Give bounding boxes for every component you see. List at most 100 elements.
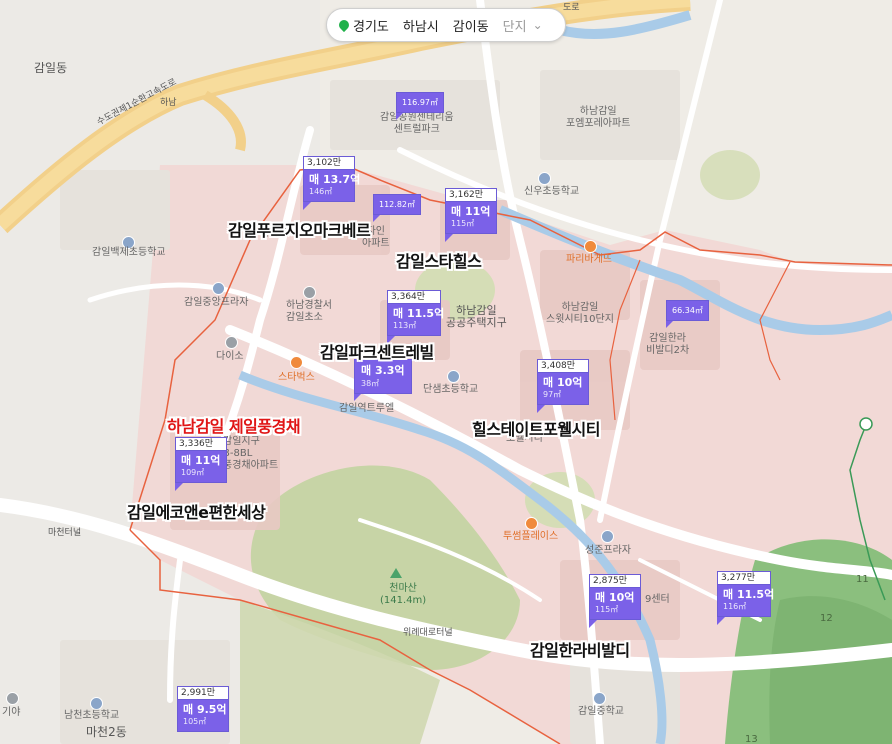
label-tousplace: 투썸플레이스 — [503, 531, 559, 542]
label-seongjun-plaza: 성준프라자 — [585, 545, 631, 556]
area-marker[interactable]: 66.34㎡ — [666, 300, 709, 328]
label-starbucks: 스타벅스 — [278, 372, 315, 383]
label-gamil-gongwon-central: 감일공원센테리움 센트럴파크 — [380, 112, 454, 135]
label-macheon2: 마천2동 — [86, 725, 127, 739]
deal-price: 매 11.5억 — [393, 307, 445, 320]
shop-icon — [212, 282, 225, 295]
unit-area: 97㎡ — [543, 390, 562, 399]
police-icon — [303, 286, 316, 299]
marker-tail — [303, 202, 311, 210]
deal-price: 매 11억 — [181, 454, 221, 467]
unit-area: 115㎡ — [595, 605, 619, 614]
label-dong-gamil: 감일동 — [34, 61, 68, 75]
label-hanam-ic: 하남 — [160, 98, 177, 108]
label-gamil-yeoktoreul: 감일역트루엘 — [339, 403, 395, 414]
unit-area: 105㎡ — [183, 717, 207, 726]
area-marker[interactable]: 112.82㎡ — [373, 194, 421, 222]
price-marker-east[interactable]: 3,277만 매 11.5억 116㎡ — [717, 571, 775, 625]
deal-price: 매 11.5억 — [723, 588, 775, 601]
breadcrumb-city[interactable]: 하남시 — [403, 16, 439, 35]
school-icon — [90, 697, 103, 710]
cafe-icon — [525, 517, 538, 530]
school-icon — [593, 692, 606, 705]
label-wirye-tunnel: 위례대로터널 — [403, 628, 453, 638]
label-num-12: 12 — [820, 613, 833, 624]
price-per-pyeong: 3,102만 — [303, 156, 355, 169]
price-marker-powellcity[interactable]: 3,408만 매 10억 97㎡ — [537, 359, 589, 413]
deal-price: 매 3.3억 — [361, 364, 405, 377]
marker-body: 매 11억 109㎡ — [175, 450, 227, 483]
deal-price: 매 10억 — [543, 376, 583, 389]
location-breadcrumb: 경기도 하남시 감이동 단지 ⌄ — [326, 8, 566, 42]
label-expressway-top: 도로 — [563, 3, 580, 13]
school-icon — [447, 370, 460, 383]
label-hanam-police-text: 하남경찰서 — [286, 300, 332, 311]
marker-body: 매 10억 115㎡ — [589, 587, 641, 620]
breadcrumb-dong[interactable]: 감이동 — [453, 16, 489, 35]
area-marker-text: 66.34㎡ — [672, 306, 703, 315]
price-marker-small[interactable]: 매 3.3억 38㎡ — [354, 359, 412, 401]
complex-name-ecoen[interactable]: 감일에코앤e편한세상 — [127, 499, 266, 523]
price-marker-parkcentreville[interactable]: 3,364만 매 11.5억 113㎡ — [387, 290, 445, 344]
unit-area: 146㎡ — [309, 187, 333, 196]
school-icon — [538, 172, 551, 185]
complex-name-powellcity[interactable]: 힐스테이트포웰시티 — [472, 416, 600, 440]
marker-tail — [373, 215, 380, 222]
area-marker-text: 116.97㎡ — [402, 98, 438, 107]
unit-area: 38㎡ — [361, 379, 380, 388]
marker-tail — [175, 483, 183, 491]
complex-name-jeilpunggyeongchae[interactable]: 하남감일 제일풍경채 — [167, 413, 301, 437]
price-marker-purgio[interactable]: 3,102만 매 13.7억 146㎡ — [303, 156, 360, 210]
marker-body: 매 11억 115㎡ — [445, 201, 497, 234]
label-daiso: 다이소 — [216, 351, 244, 362]
area-marker-text: 112.82㎡ — [379, 200, 415, 209]
breadcrumb-province[interactable]: 경기도 — [353, 16, 389, 35]
marker-tail — [717, 617, 725, 625]
marker-tail — [396, 113, 403, 120]
label-paris-baguette: 파리바게뜨 — [566, 254, 612, 265]
price-per-pyeong: 2,875만 — [589, 574, 641, 587]
map-canvas[interactable]: 감일동 하남 수도권제1순환고속도로 도로 감일백제초등학교 감일중앙프라자 하… — [0, 0, 892, 744]
price-per-pyeong: 3,408만 — [537, 359, 589, 372]
complex-name-parkcentreville[interactable]: 감일파크센트레빌 — [320, 339, 434, 363]
price-marker-ecoen[interactable]: 3,336만 매 11억 109㎡ — [175, 437, 227, 491]
label-gamil-district-b8: 감일지구 B-8BL 풍경채아파트 — [223, 436, 279, 471]
marker-tail — [666, 321, 673, 328]
label-gamil-hanra2: 감일한라 비발디2차 — [646, 333, 690, 356]
unit-area: 115㎡ — [451, 219, 475, 228]
label-macheon-tunnel: 마천터널 — [48, 528, 82, 538]
chevron-down-icon[interactable]: ⌄ — [533, 18, 543, 32]
label-namcheon-elem: 남천초등학교 — [64, 710, 120, 721]
marker-body: 매 10억 97㎡ — [537, 372, 589, 405]
bakery-icon — [584, 240, 597, 253]
label-hanam-gamil-poem: 하남감일 포엠포레아파트 — [566, 106, 631, 129]
label-num-11: 11 — [856, 574, 869, 585]
area-marker[interactable]: 116.97㎡ — [396, 92, 444, 120]
label-gamil-jungang-plaza: 감일중앙프라자 — [184, 297, 249, 308]
cafe-icon — [290, 356, 303, 369]
price-per-pyeong: 3,162만 — [445, 188, 497, 201]
label-sinu-elem: 신우초등학교 — [524, 186, 580, 197]
price-marker-hanra[interactable]: 2,875만 매 10억 115㎡ — [589, 574, 641, 628]
location-pin-icon — [336, 17, 352, 33]
marker-tail — [354, 394, 361, 401]
marker-body: 매 11.5억 116㎡ — [717, 584, 775, 617]
label-gamil-elem: 감일초소 — [286, 312, 323, 323]
price-per-pyeong: 3,336만 — [175, 437, 227, 450]
complex-select[interactable]: 단지 — [503, 16, 527, 35]
price-marker-southwest[interactable]: 2,991만 매 9.5억 105㎡ — [177, 686, 229, 732]
complex-name-hanra[interactable]: 감일한라비발디 — [530, 637, 630, 661]
deal-price: 매 9.5억 — [183, 703, 227, 716]
unit-area: 109㎡ — [181, 468, 205, 477]
marker-tail — [537, 405, 545, 413]
marker-body: 매 13.7억 146㎡ — [303, 169, 360, 202]
price-per-pyeong: 3,364만 — [387, 290, 441, 303]
label-gamil-middle: 감일중학교 — [578, 706, 624, 717]
price-marker-starhills[interactable]: 3,162만 매 11억 115㎡ — [445, 188, 497, 242]
label-gamil-baekje-elem: 감일백제초등학교 — [92, 247, 166, 258]
marker-tail — [445, 234, 453, 242]
shop-icon — [601, 530, 614, 543]
complex-name-starhills[interactable]: 감일스타힐스 — [396, 248, 482, 272]
complex-name-purgio[interactable]: 감일푸르지오마크베르 — [228, 217, 371, 241]
label-num-13: 13 — [745, 734, 758, 744]
